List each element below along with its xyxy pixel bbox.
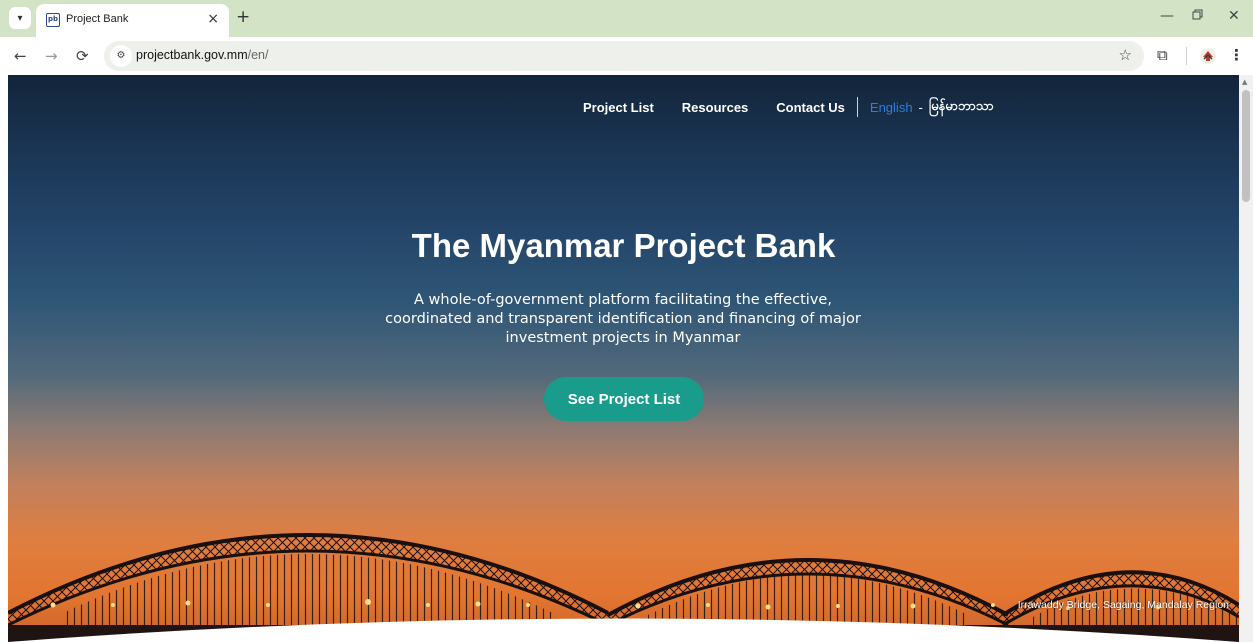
site-nav: Project List Resources Contact Us Englis… (583, 97, 994, 117)
close-window-icon[interactable]: ✕ (1228, 8, 1240, 24)
minimize-icon[interactable]: — (1160, 8, 1174, 24)
forward-icon[interactable]: → (45, 47, 58, 65)
site-info-icon[interactable]: ⚙ (110, 45, 132, 67)
toolbar-divider (1186, 47, 1187, 65)
reload-icon[interactable]: ⟳ (76, 47, 89, 65)
favicon-icon: pb (46, 13, 60, 27)
menu-icon[interactable]: ⋮ (1229, 46, 1244, 64)
photo-caption: Irrawaddy Bridge, Sagaing, Mandalay Regi… (1017, 599, 1229, 611)
extensions-icon[interactable]: ⧉ (1157, 46, 1168, 64)
new-tab-icon[interactable]: + (236, 7, 250, 27)
hero-subtitle: A whole-of-government platform facilitat… (385, 292, 861, 346)
nav-link-contact-us[interactable]: Contact Us (776, 100, 845, 115)
restore-icon[interactable] (1192, 8, 1203, 24)
lang-english-link[interactable]: English (870, 100, 913, 115)
tab-search-icon[interactable]: ▾ (9, 7, 31, 29)
browser-toolbar: ← → ⟳ ⚙ projectbank.gov.mm/en/ ☆ ⧉ ⋮ (0, 37, 1253, 75)
scroll-up-icon[interactable]: ▲ (1242, 78, 1247, 86)
page-viewport: Project List Resources Contact Us Englis… (8, 75, 1239, 642)
hero-title: The Myanmar Project Bank (411, 227, 836, 264)
see-project-list-button[interactable]: See Project List (544, 377, 704, 421)
nav-link-resources[interactable]: Resources (682, 100, 748, 115)
profile-icon[interactable] (1199, 47, 1217, 65)
back-icon[interactable]: ← (14, 47, 27, 65)
page-scrollbar[interactable]: ▲ (1239, 75, 1253, 642)
lang-myanmar-link[interactable]: မြန်မာဘာသာ (929, 98, 994, 117)
section-wave-divider (8, 618, 1239, 642)
tab-title: Project Bank (66, 13, 129, 25)
nav-link-project-list[interactable]: Project List (583, 100, 654, 115)
browser-tab[interactable]: pb Project Bank × (36, 4, 229, 37)
close-tab-icon[interactable]: × (207, 11, 219, 27)
address-bar[interactable]: ⚙ projectbank.gov.mm/en/ ☆ (104, 41, 1144, 71)
lang-separator: - (918, 99, 923, 115)
star-icon[interactable]: ☆ (1119, 46, 1132, 64)
scrollbar-thumb[interactable] (1242, 90, 1250, 202)
tab-strip: ▾ pb Project Bank × + — ✕ (0, 0, 1253, 37)
url-text[interactable]: projectbank.gov.mm/en/ (136, 48, 268, 62)
nav-divider (856, 97, 858, 117)
